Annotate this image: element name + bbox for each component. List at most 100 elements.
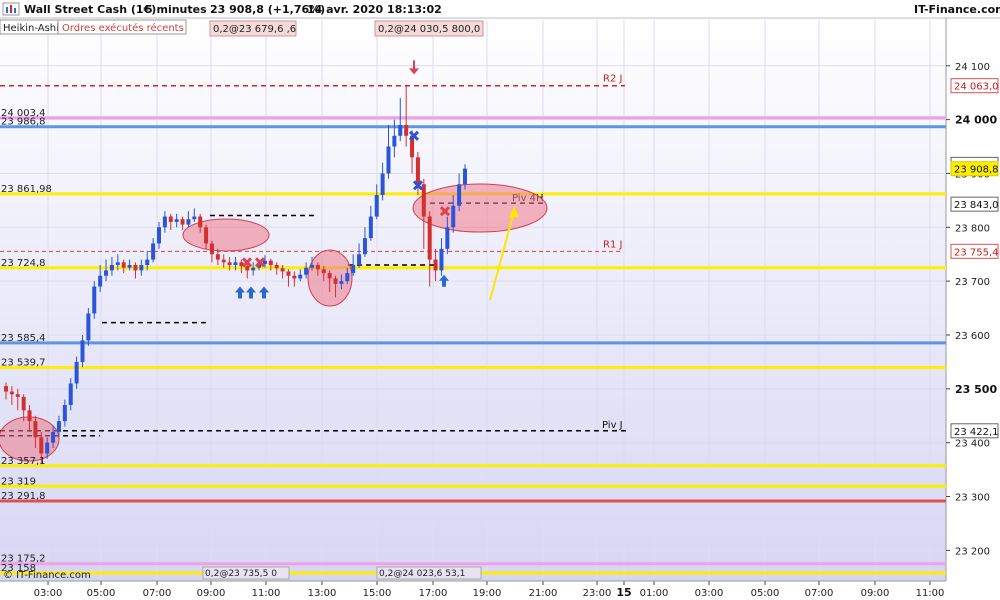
candle-body (198, 216, 203, 228)
chart-window: R2 JR1 JPiv JPiv 4H 24 003,423 986,823 8… (0, 0, 1000, 600)
candle-body (74, 361, 79, 384)
candle-body (21, 396, 26, 411)
x-tick-label: 21:00 (529, 588, 558, 599)
candle-body (245, 266, 250, 271)
pivot-label: R2 J (603, 74, 622, 85)
y-tick-label: 23 600 (955, 331, 990, 342)
candle-body (62, 405, 67, 422)
level-label: 23 291,8 (1, 491, 46, 502)
candle-body (86, 313, 91, 341)
x-tick-label: 03:00 (695, 588, 724, 599)
candle-body (392, 135, 397, 147)
highlight-ellipse (182, 218, 270, 252)
level-label: 23 861,98 (1, 184, 52, 195)
candle-body (51, 431, 56, 443)
candle-body (345, 273, 350, 282)
heikin-ashi-tab[interactable]: Heikin-Ashi (3, 23, 59, 34)
candle-body (310, 265, 314, 268)
candle-body (251, 267, 256, 271)
candle-body (139, 265, 144, 271)
order-box-1: 0,2@23 679,6 ,6 (213, 24, 296, 35)
candle-body (133, 265, 138, 271)
candle-body (115, 262, 120, 265)
candle-body (4, 386, 8, 392)
candle-body (33, 421, 38, 438)
candle-body (209, 243, 214, 255)
candle-body (451, 205, 456, 228)
candle-body (92, 286, 97, 314)
candle-body (304, 267, 309, 275)
candle-body (339, 281, 344, 284)
candle-body (362, 238, 367, 255)
candle-body (280, 268, 285, 272)
candle-body (357, 254, 362, 265)
candle-body (433, 259, 438, 271)
x-tick-label: 09:00 (861, 588, 890, 599)
pivot-label: Piv J (602, 420, 623, 431)
candle-body (286, 271, 291, 276)
candle-body (104, 270, 109, 276)
level-label: 23 539,7 (1, 357, 46, 368)
level-label: 23 724,8 (1, 258, 46, 269)
candle-body (292, 275, 297, 279)
x-tick-label: 09:00 (197, 588, 226, 599)
candle-body (404, 125, 409, 136)
x-tick-label: 13:00 (308, 588, 337, 599)
candle-body (127, 265, 132, 268)
candle-body (380, 173, 385, 195)
order-box-3: 0,2@23 735,5 0 (205, 569, 277, 579)
highlight-ellipse (412, 183, 548, 233)
candle-body (421, 184, 426, 217)
candle-body (80, 340, 85, 362)
candle-body (233, 262, 238, 265)
date-time-text: 14 avr. 2020 18:13:02 (307, 3, 442, 16)
candle-body (145, 259, 150, 265)
candle-body (215, 254, 220, 260)
y-tick-label: 23 800 (955, 223, 990, 234)
footer: 0,2@23 735,5 0 0,2@24 023,6 53,1 © IT-Fi… (3, 566, 482, 581)
instrument-title[interactable]: Wall Street Cash (1€) (24, 3, 156, 16)
timeframe-label[interactable]: 5 minutes (145, 3, 207, 16)
candle-body (463, 168, 467, 185)
y-tick-label: 23 500 (955, 383, 997, 396)
candle-body (386, 146, 391, 174)
y-tick-label: 24 000 (955, 114, 997, 127)
candle-body (333, 278, 338, 284)
candle-body (351, 265, 356, 274)
candle-body (98, 275, 103, 287)
price-badge-label: 23 908,8 (954, 165, 999, 176)
candle-body (439, 248, 444, 271)
candle-body (174, 219, 179, 222)
recent-orders-tab[interactable]: Ordres exécutés récents (62, 22, 184, 34)
candle-body (68, 383, 73, 405)
candle-body (221, 259, 226, 263)
candle-body (427, 216, 432, 260)
x-tick-label: 05:00 (87, 588, 116, 599)
x-tick-label: 01:00 (640, 588, 669, 599)
level-label: 23 357,1 (1, 456, 46, 467)
candle-body (398, 125, 403, 136)
x-tick-label: 15:00 (363, 588, 392, 599)
x-tick-label: 11:00 (916, 588, 945, 599)
pivot-label: R1 J (603, 239, 622, 250)
candle-body (457, 184, 462, 206)
candle-body (157, 227, 161, 244)
x-tick-label: 19:00 (473, 588, 502, 599)
candle-body (56, 421, 61, 432)
candle-body (415, 157, 420, 185)
y-tick-label: 23 700 (955, 277, 990, 288)
x-tick-label: 05:00 (751, 588, 780, 599)
y-tick-label: 24 100 (955, 62, 990, 73)
candle-body (268, 260, 273, 265)
x-tick-label: 03:00 (34, 588, 63, 599)
x-tick-label: 07:00 (805, 588, 834, 599)
candle-body (151, 243, 156, 260)
order-box-4: 0,2@24 023,6 53,1 (379, 569, 465, 579)
header-bar: Wall Street Cash (1€) 5 minutes 23 908,8… (0, 0, 1000, 19)
candle-body (374, 195, 379, 217)
y-tick-label: 23 200 (955, 546, 990, 557)
candle-body (121, 262, 126, 268)
order-box-2: 0,2@24 030,5 800,0 (378, 24, 480, 35)
level-label: 23 585,4 (1, 333, 46, 344)
candle-body (368, 216, 373, 239)
